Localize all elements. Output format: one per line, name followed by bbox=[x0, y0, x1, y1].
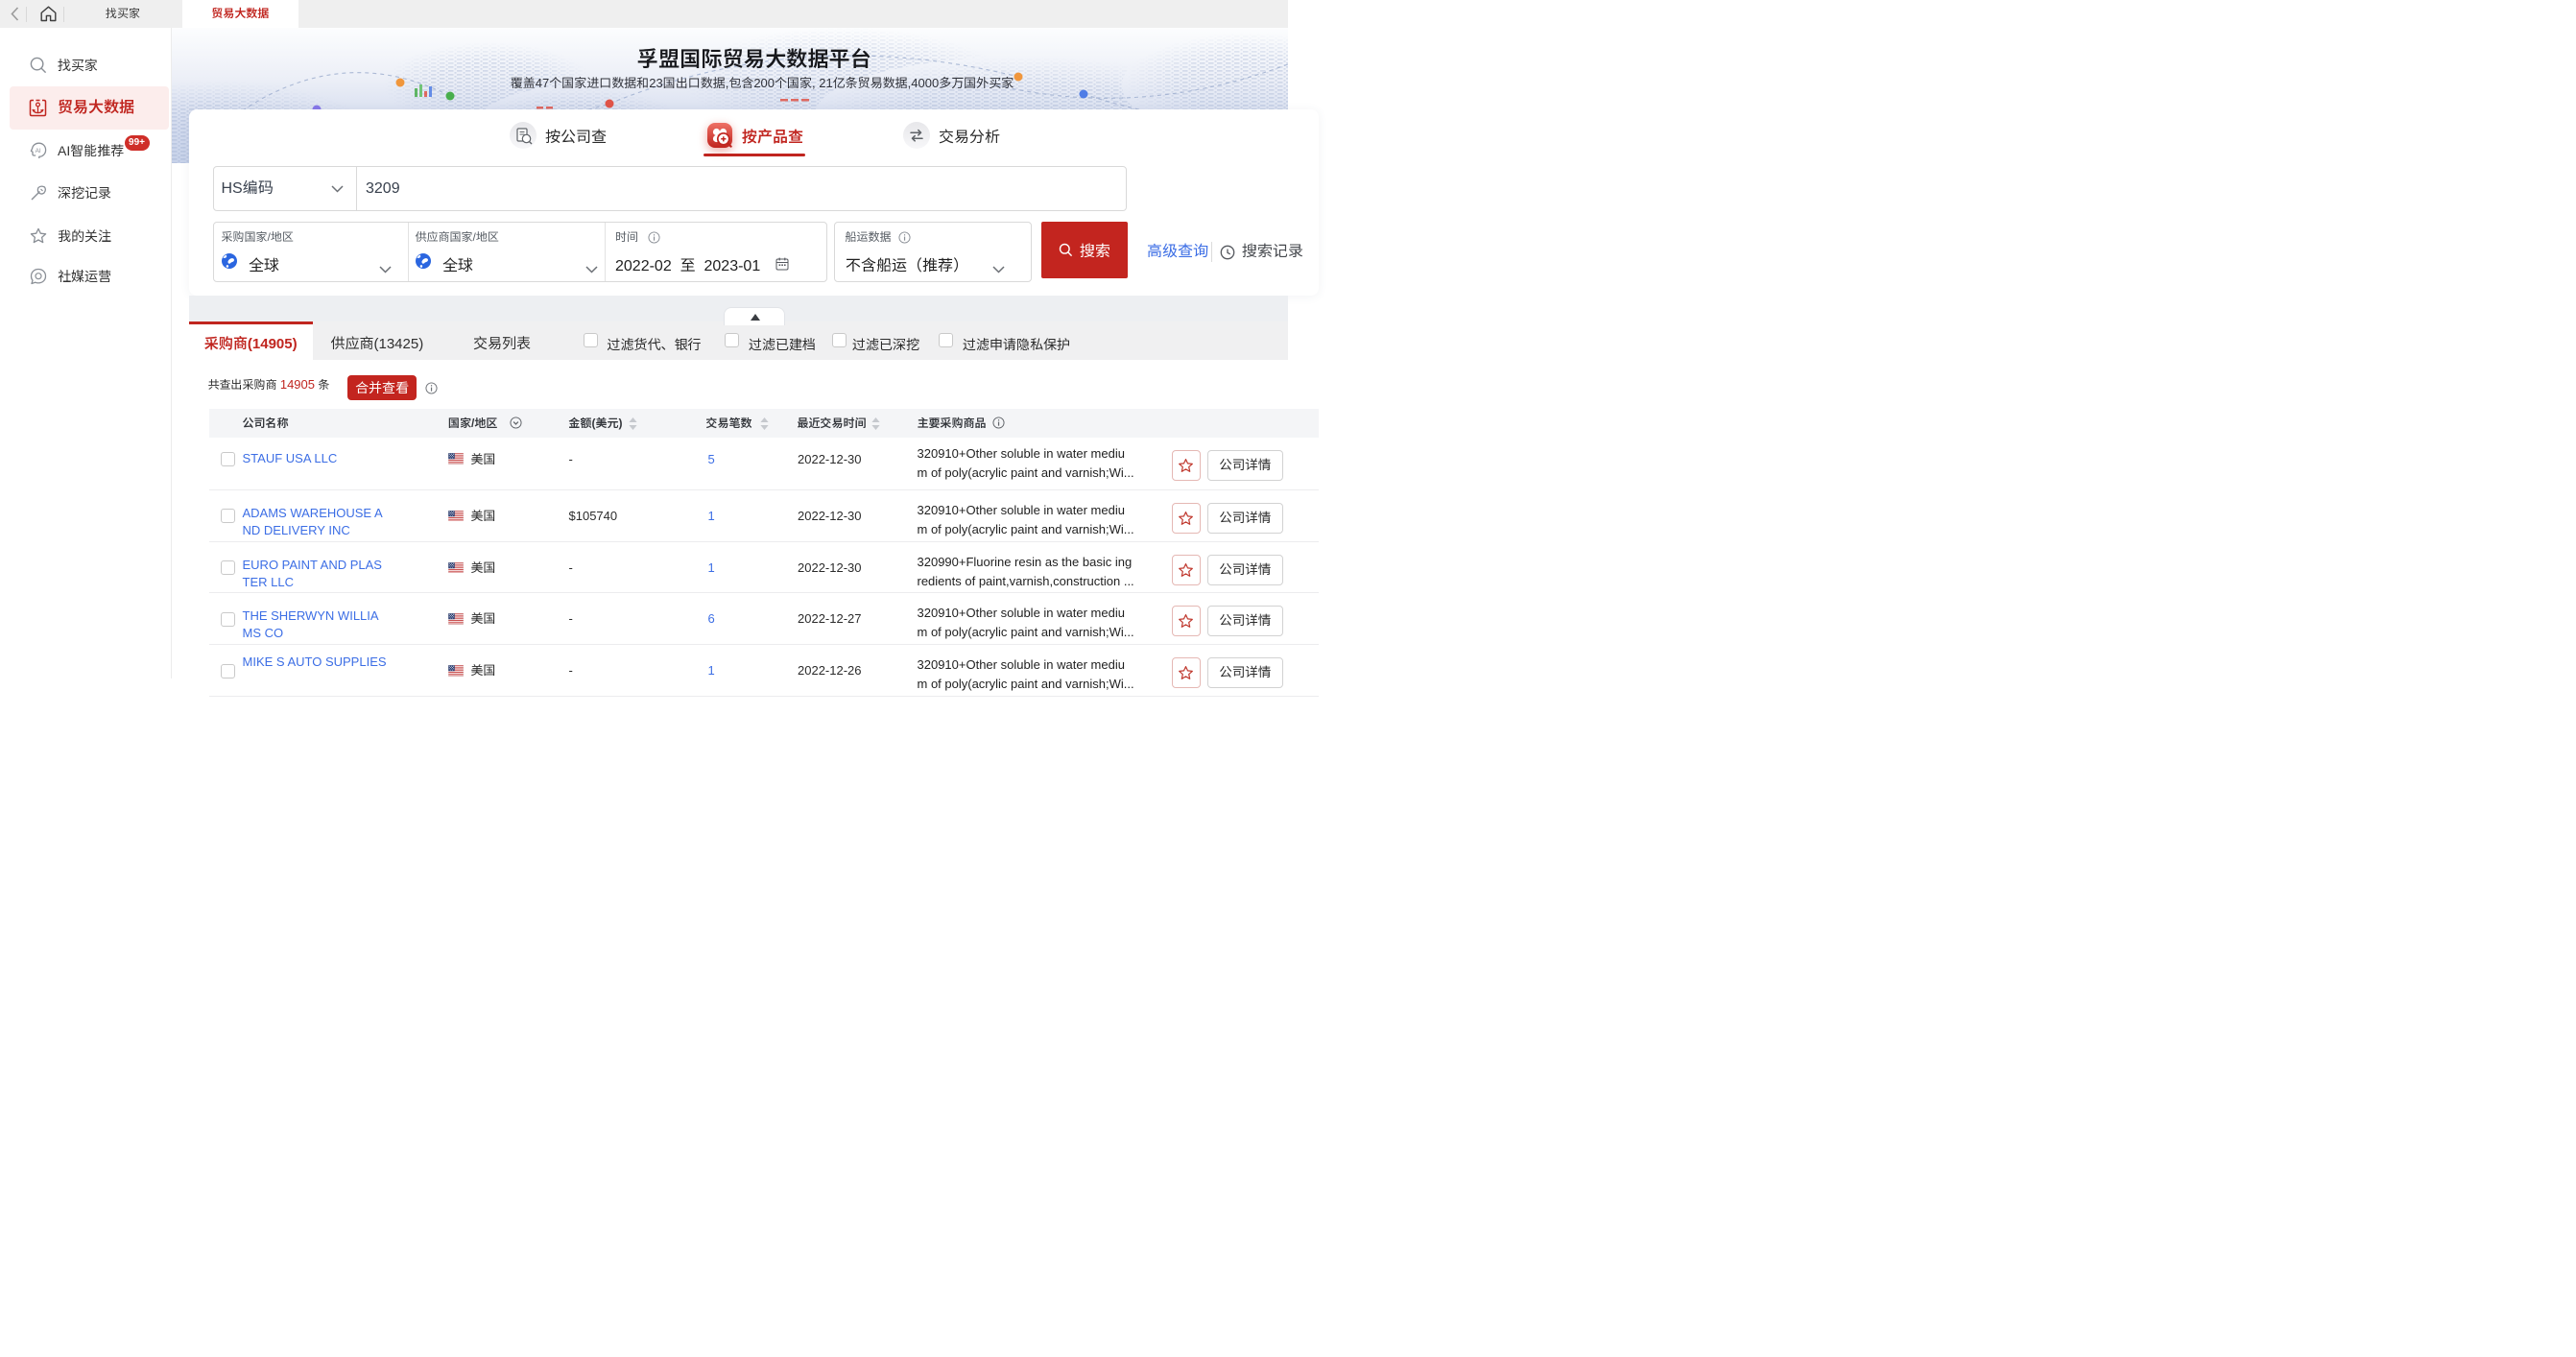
svg-text:AI: AI bbox=[36, 147, 41, 154]
